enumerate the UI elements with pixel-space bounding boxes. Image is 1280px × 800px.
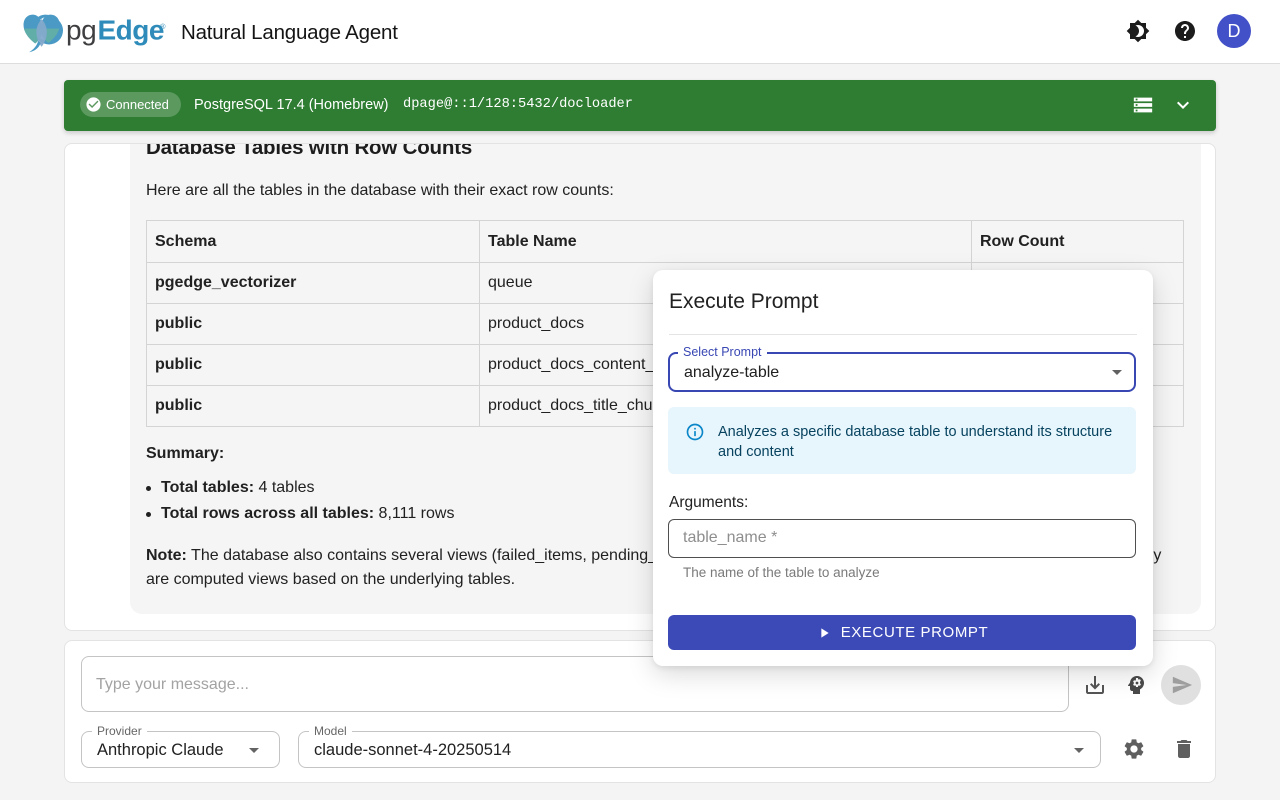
svg-text:Edge: Edge — [98, 15, 164, 46]
svg-text:®: ® — [160, 22, 166, 31]
svg-text:pg: pg — [66, 15, 96, 46]
